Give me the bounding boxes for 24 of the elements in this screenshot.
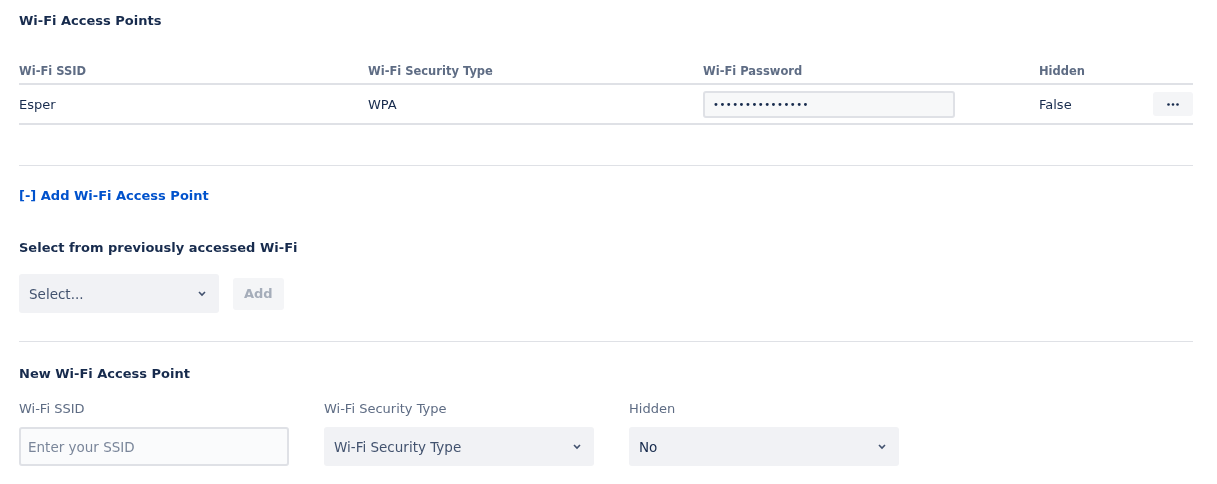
- ssid-input-field[interactable]: Enter your SSID: [19, 427, 289, 466]
- field-label: Hidden: [629, 401, 677, 416]
- chevron-down-icon: [197, 290, 207, 297]
- table-cell-text: WPA: [368, 96, 398, 112]
- more-button[interactable]: [1153, 92, 1193, 116]
- chevron-down-icon: [877, 443, 887, 450]
- table-cell-text: False: [1039, 96, 1073, 112]
- column-header: Hidden: [1039, 64, 1087, 78]
- chevron-down-icon: [572, 443, 582, 450]
- password-field[interactable]: •••••••••••••••: [703, 90, 955, 118]
- add-access-point-link[interactable]: [-] Add Wi-Fi Access Point: [19, 188, 209, 203]
- table-cell-text: Esper: [19, 96, 57, 112]
- section-title: New Wi-Fi Access Point: [19, 366, 191, 381]
- section-title: Wi-Fi Access Points: [19, 13, 163, 28]
- select-dropdown[interactable]: Wi-Fi Security Type: [324, 427, 594, 466]
- select-dropdown[interactable]: No: [629, 427, 899, 466]
- more-icon: [1167, 102, 1179, 106]
- select-dropdown[interactable]: Select...: [19, 274, 219, 313]
- column-header: Wi-Fi Password: [703, 64, 804, 78]
- column-header: Wi-Fi SSID: [19, 64, 88, 78]
- column-header: Wi-Fi Security Type: [368, 64, 494, 78]
- field-label: Select from previously accessed Wi-Fi: [19, 240, 299, 255]
- field-label: Wi-Fi Security Type: [324, 401, 448, 416]
- field-label: Wi-Fi SSID: [19, 401, 86, 416]
